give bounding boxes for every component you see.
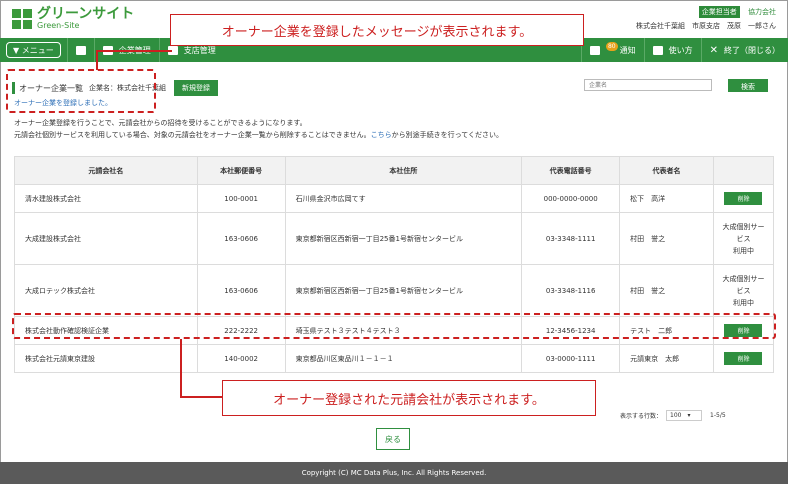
status-line-2: ビス bbox=[736, 234, 751, 243]
partner-label: 協力会社 bbox=[748, 8, 776, 16]
info-text-1: オーナー企業登録を行うことで、元請会社からの招待を受けることができるようになりま… bbox=[14, 119, 307, 127]
back-button[interactable]: 戻る bbox=[376, 428, 410, 450]
status-line-3: 利用中 bbox=[732, 298, 754, 307]
nav-exit-label: 終了（閉じる） bbox=[724, 45, 780, 55]
cell-address: 東京都新宿区西新宿一丁目25番1号新宿センタービル bbox=[284, 264, 523, 317]
status-line-3: 利用中 bbox=[732, 246, 754, 255]
nav-notifications[interactable]: 80 通知 bbox=[580, 38, 644, 62]
highlight-success-message bbox=[6, 69, 156, 113]
delete-button[interactable]: 削除 bbox=[724, 192, 763, 205]
table-row: 株式会社元請東京建設 140-0002 東京都品川区東品川１－１－１ 03-00… bbox=[14, 344, 775, 373]
cell-zip: 163-0606 bbox=[196, 212, 286, 265]
col-zip: 本社郵便番号 bbox=[196, 156, 286, 185]
pager: 表示する行数： 100 ▾ 1-5/5 bbox=[620, 410, 726, 421]
cell-company-name: 清水建設株式会社 bbox=[14, 184, 198, 213]
cell-representative: 松下 高洋 bbox=[619, 184, 714, 213]
logo-text: グリーンサイト bbox=[37, 6, 135, 22]
cell-company-name: 大成ロテック株式会社 bbox=[14, 264, 198, 317]
procedure-link[interactable]: こちら bbox=[371, 131, 392, 139]
callout-top: オーナー企業を登録したメッセージが表示されます。 bbox=[170, 14, 584, 46]
cell-company-name: 株式会社元請東京建設 bbox=[14, 344, 198, 373]
table-row: 清水建設株式会社 100-0001 石川県金沢市広岡てす 000-0000-00… bbox=[14, 184, 775, 213]
callout-bottom: オーナー登録された元請会社が表示されます。 bbox=[222, 380, 596, 416]
pager-range: 1-5/5 bbox=[710, 412, 726, 419]
status-line-1: 大成個別サー bbox=[722, 274, 765, 283]
status-line-1: 大成個別サー bbox=[722, 222, 765, 231]
callout-connector-bottom bbox=[180, 339, 182, 397]
delete-button[interactable]: 削除 bbox=[724, 352, 763, 365]
callout-connector-top bbox=[96, 50, 98, 70]
cell-zip: 163-0606 bbox=[196, 264, 286, 317]
info-text-2: 元請会社個別サービスを利用している場合、対象の元請会社をオーナー企業一覧から削除… bbox=[14, 130, 503, 140]
home-icon bbox=[75, 45, 86, 55]
logo-icon bbox=[12, 9, 32, 29]
cell-company-name: 大成建設株式会社 bbox=[14, 212, 198, 265]
col-action bbox=[712, 156, 775, 185]
new-register-button[interactable]: 新規登録 bbox=[174, 80, 218, 96]
header-user-area: 企業担当者 協力会社 株式会社千葉組 市原支店 茂原 一郎さん bbox=[636, 6, 776, 31]
rows-per-page-value: 100 bbox=[670, 412, 682, 419]
chevron-down-icon: ▾ bbox=[687, 412, 691, 419]
col-address: 本社住所 bbox=[284, 156, 523, 185]
callout-connector-bottom-h bbox=[180, 396, 224, 398]
logo-subtext: Green-Site bbox=[37, 21, 80, 30]
app-logo[interactable]: グリーンサイト Green-Site bbox=[12, 6, 135, 30]
role-badge: 企業担当者 bbox=[698, 6, 740, 18]
nav-branch-label: 支店管理 bbox=[183, 45, 216, 55]
footer: Copyright (C) MC Data Plus, Inc. All Rig… bbox=[0, 462, 788, 484]
table-row: 大成建設株式会社 163-0606 東京都新宿区西新宿一丁目25番1号新宿センタ… bbox=[14, 212, 775, 265]
callout-connector-top-h bbox=[96, 50, 172, 52]
owner-company-table: 元請会社名 本社郵便番号 本社住所 代表電話番号 代表者名 清水建設株式会社 1… bbox=[14, 156, 775, 373]
col-company-name: 元請会社名 bbox=[14, 156, 198, 185]
notification-count: 80 bbox=[605, 41, 618, 51]
cell-phone: 000-0000-0000 bbox=[521, 184, 621, 213]
nav-howto[interactable]: 使い方 bbox=[643, 38, 701, 62]
cell-address: 石川県金沢市広岡てす bbox=[284, 184, 523, 213]
cell-action: 削除 bbox=[712, 344, 775, 373]
col-representative: 代表者名 bbox=[619, 156, 714, 185]
table-header-row: 元請会社名 本社郵便番号 本社住所 代表電話番号 代表者名 bbox=[14, 156, 775, 185]
cell-phone: 03-0000-1111 bbox=[521, 344, 621, 373]
menu-button[interactable]: ▼ メニュー bbox=[6, 42, 61, 58]
search-button[interactable]: 検索 bbox=[728, 79, 768, 92]
rows-per-page-label: 表示する行数： bbox=[620, 413, 663, 420]
home-button[interactable] bbox=[66, 38, 94, 62]
mail-icon bbox=[589, 45, 600, 55]
nav-howto-label: 使い方 bbox=[668, 45, 693, 55]
cell-address: 東京都品川区東品川１－１－１ bbox=[284, 344, 523, 373]
company-search-input[interactable] bbox=[584, 79, 712, 91]
cell-action-status: 大成個別サー ビス 利用中 bbox=[712, 212, 775, 265]
cell-phone: 03-3348-1116 bbox=[521, 264, 621, 317]
status-line-2: ビス bbox=[736, 286, 751, 295]
close-icon: ✕ bbox=[709, 44, 718, 56]
info-text-2-pre: 元請会社個別サービスを利用している場合、対象の元請会社をオーナー企業一覧から削除… bbox=[14, 131, 371, 139]
book-icon bbox=[652, 45, 663, 55]
nav-exit[interactable]: ✕ 終了（閉じる） bbox=[700, 38, 788, 62]
cell-action-status: 大成個別サー ビス 利用中 bbox=[712, 264, 775, 317]
cell-representative: 村田 誉之 bbox=[619, 264, 714, 317]
cell-representative: 村田 誉之 bbox=[619, 212, 714, 265]
cell-action: 削除 bbox=[712, 184, 775, 213]
rows-per-page-select[interactable]: 100 ▾ bbox=[666, 410, 703, 421]
col-phone: 代表電話番号 bbox=[521, 156, 621, 185]
cell-phone: 03-3348-1111 bbox=[521, 212, 621, 265]
table-row: 大成ロテック株式会社 163-0606 東京都新宿区西新宿一丁目25番1号新宿セ… bbox=[14, 264, 775, 317]
nav-notif-label: 通知 bbox=[619, 45, 636, 55]
cell-zip: 140-0002 bbox=[196, 344, 286, 373]
user-info: 株式会社千葉組 市原支店 茂原 一郎さん bbox=[636, 22, 776, 30]
cell-zip: 100-0001 bbox=[196, 184, 286, 213]
cell-representative: 元請東京 太郎 bbox=[619, 344, 714, 373]
cell-address: 東京都新宿区西新宿一丁目25番1号新宿センタービル bbox=[284, 212, 523, 265]
highlight-registered-row bbox=[12, 313, 776, 339]
info-text-2-post: から別途手続きを行ってください。 bbox=[391, 131, 504, 139]
